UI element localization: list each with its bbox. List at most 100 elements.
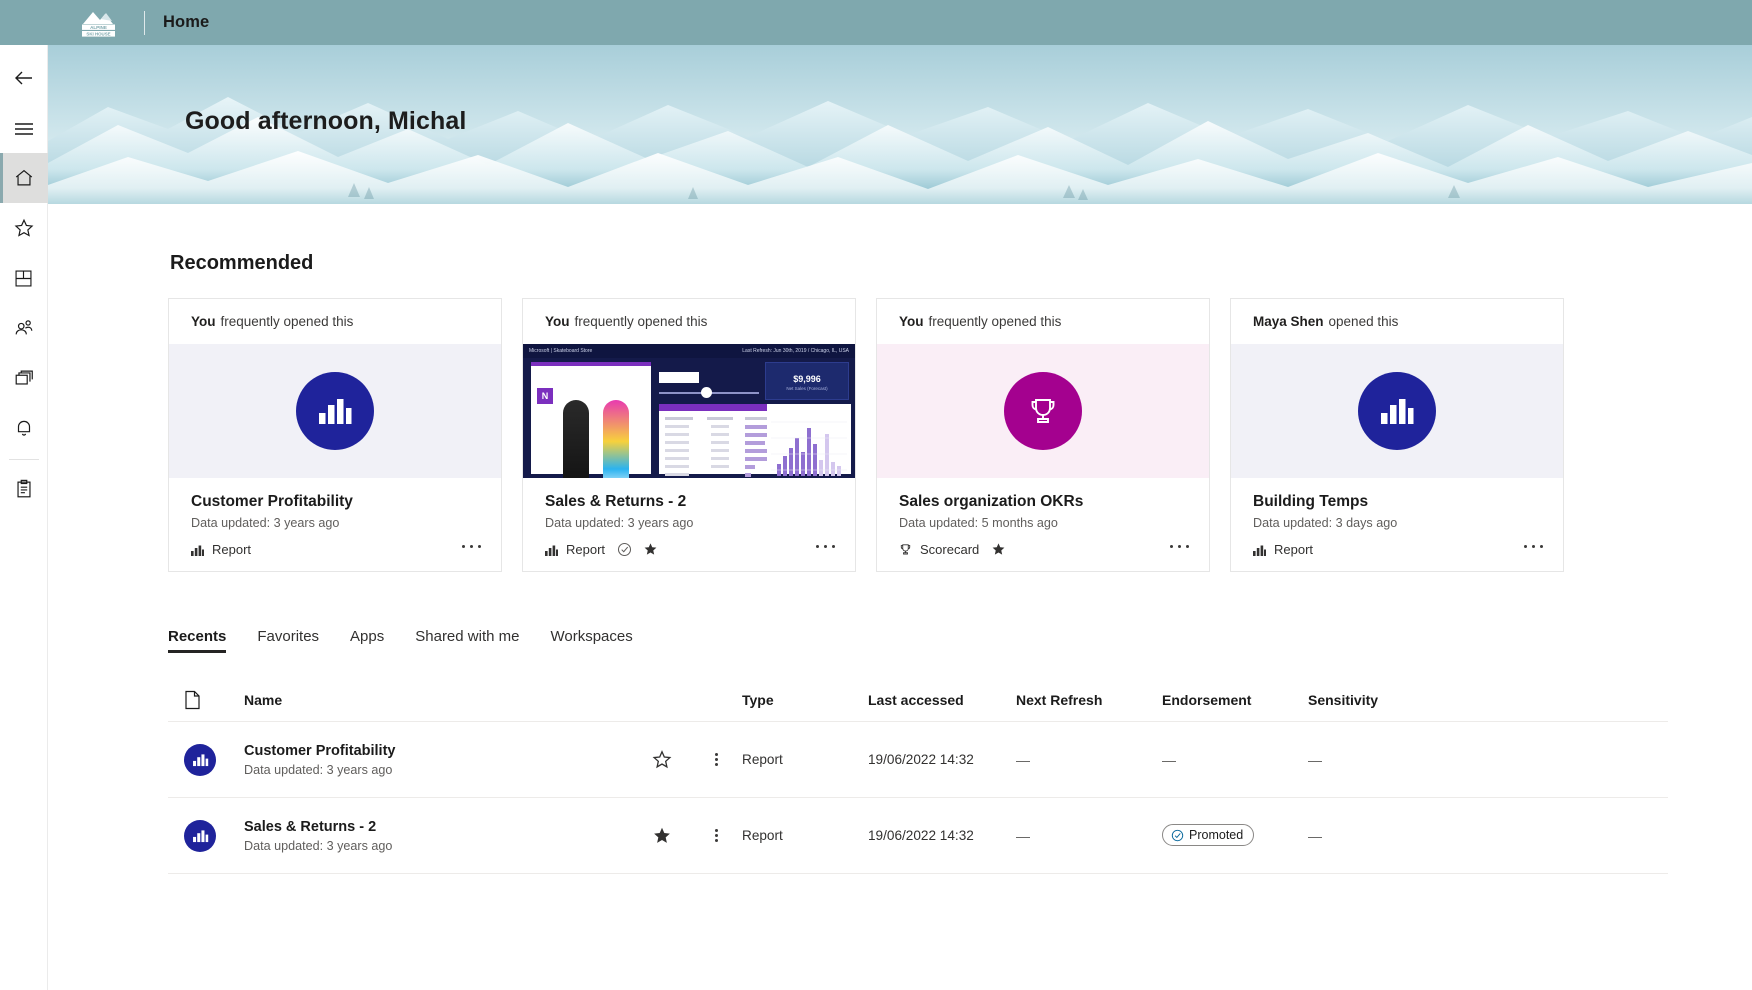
hero-banner: Good afternoon, Michal <box>48 45 1752 204</box>
row-favorite-cell[interactable] <box>634 749 690 770</box>
sidebar-item-home[interactable] <box>0 153 48 203</box>
preview-brand-bar: Microsoft | Skateboard Store Last Refres… <box>523 344 855 358</box>
row-more-options-button[interactable] <box>690 827 742 844</box>
endorsement-check-icon <box>1171 829 1184 841</box>
bar-chart-icon <box>192 829 208 842</box>
card-more-options-button[interactable] <box>459 533 483 559</box>
card-subtitle: Data updated: 3 years ago <box>191 516 340 530</box>
card-attribution-actor: You <box>191 314 216 329</box>
card-title: Sales organization OKRs <box>899 493 1084 510</box>
alpine-ski-house-logo[interactable]: ALPINE SKI HOUSE <box>78 6 130 40</box>
preview-product-panel: N <box>531 362 651 478</box>
card-body: Sales & Returns - 2 Data updated: 3 year… <box>523 478 855 571</box>
card-attribution: You frequently opened this <box>877 299 1209 344</box>
card-type-label: Report <box>1274 542 1314 557</box>
row-last-accessed: 19/06/2022 14:32 <box>868 752 974 767</box>
preview-skateboard-colorful <box>603 400 629 478</box>
table-row[interactable]: Customer Profitability Data updated: 3 y… <box>168 722 1668 798</box>
card-type-label: Report <box>566 542 606 557</box>
row-sensitivity: — <box>1308 751 1322 768</box>
row-endorsement: Promoted <box>1162 824 1308 847</box>
table-row[interactable]: Sales & Returns - 2 Data updated: 3 year… <box>168 798 1668 874</box>
report-avatar <box>1358 372 1436 450</box>
preview-slider-knob <box>701 387 712 398</box>
row-endorsement: — <box>1162 751 1176 768</box>
sidebar-item-workspaces[interactable] <box>0 353 48 403</box>
bar-chart-icon <box>545 545 558 556</box>
tab-favorites[interactable]: Favorites <box>257 628 319 653</box>
endorsement-check-icon <box>618 542 632 557</box>
recommended-card[interactable]: You frequently opened this Sales organiz… <box>876 298 1210 572</box>
card-attribution-actor: Maya Shen <box>1253 314 1324 329</box>
card-attribution-actor: You <box>545 314 570 329</box>
topbar-divider <box>144 10 145 35</box>
card-type-label: Scorecard <box>920 542 980 557</box>
report-avatar <box>184 819 216 852</box>
preview-kpi-card: $9,996 Net Sales (Forecast) <box>765 362 849 400</box>
tab-recents[interactable]: Recents <box>168 628 227 653</box>
card-subtitle: Data updated: 5 months ago <box>899 516 1058 530</box>
favorite-star-icon-outline[interactable] <box>652 749 672 770</box>
row-more-options-button[interactable] <box>690 751 742 768</box>
back-arrow-icon[interactable] <box>0 53 48 103</box>
card-footer: Scorecard <box>899 542 1006 557</box>
card-attribution-text: frequently opened this <box>574 314 708 329</box>
row-name: Sales & Returns - 2 <box>244 818 377 835</box>
card-title: Sales & Returns - 2 <box>545 493 687 510</box>
preview-kpi-label: Net Sales (Forecast) <box>786 386 828 391</box>
card-thumbnail <box>1231 344 1563 478</box>
row-favorite-cell[interactable] <box>634 826 690 846</box>
document-icon <box>185 690 200 709</box>
column-header-endorsement[interactable]: Endorsement <box>1162 692 1308 708</box>
page-title: Home <box>163 13 210 31</box>
sidebar-item-favorites[interactable] <box>0 203 48 253</box>
sidebar-item-apps[interactable] <box>0 253 48 303</box>
recommended-heading: Recommended <box>170 252 314 274</box>
card-attribution: Maya Shen opened this <box>1231 299 1563 344</box>
rail-divider <box>8 459 39 460</box>
card-more-options-button[interactable] <box>813 533 837 559</box>
row-type: Report <box>742 828 783 843</box>
row-name-cell[interactable]: Sales & Returns - 2 Data updated: 3 year… <box>244 819 634 853</box>
column-header-icon[interactable] <box>168 690 244 710</box>
recommended-card[interactable]: You frequently opened this Microsoft | S… <box>522 298 856 572</box>
tab-workspaces[interactable]: Workspaces <box>550 628 632 653</box>
scorecard-avatar <box>1004 372 1082 450</box>
card-subtitle: Data updated: 3 days ago <box>1253 516 1398 530</box>
preview-brand: Microsoft | Skateboard Store <box>529 348 593 354</box>
sidebar-item-shared-with-me[interactable] <box>0 303 48 353</box>
recommended-card[interactable]: Maya Shen opened this Building Temps Dat… <box>1230 298 1564 572</box>
preview-meta: Last Refresh: Jun 30th, 2019 / Chicago, … <box>742 348 849 354</box>
preview-whatif-input <box>659 372 699 383</box>
favorite-star-icon-filled[interactable] <box>643 542 658 557</box>
row-next-refresh: — <box>1016 827 1030 844</box>
trophy-icon <box>1031 399 1055 423</box>
greeting-text: Good afternoon, Michal <box>185 107 467 135</box>
sidebar-item-notifications[interactable] <box>0 403 48 453</box>
recommended-card[interactable]: You frequently opened this Customer Prof… <box>168 298 502 572</box>
card-attribution-actor: You <box>899 314 924 329</box>
sidebar-item-metrics[interactable] <box>0 464 48 514</box>
tab-apps[interactable]: Apps <box>350 628 384 653</box>
tab-shared-with-me[interactable]: Shared with me <box>415 628 519 653</box>
card-more-options-button[interactable] <box>1521 533 1545 559</box>
column-header-last-accessed[interactable]: Last accessed <box>868 692 1016 708</box>
card-attribution: You frequently opened this <box>169 299 501 344</box>
status-badge-label: Promoted <box>1189 828 1244 843</box>
preview-kpi-value: $9,996 <box>793 374 821 384</box>
favorite-star-icon-filled[interactable] <box>991 542 1006 557</box>
card-more-options-button[interactable] <box>1167 533 1191 559</box>
column-header-next-refresh[interactable]: Next Refresh <box>1016 692 1162 708</box>
card-attribution-text: opened this <box>1328 314 1399 329</box>
favorite-star-icon-filled[interactable] <box>652 826 672 846</box>
column-header-type[interactable]: Type <box>742 692 868 708</box>
card-footer: Report <box>545 542 658 557</box>
row-name-cell[interactable]: Customer Profitability Data updated: 3 y… <box>244 743 634 777</box>
bar-chart-icon <box>319 399 352 424</box>
column-header-name[interactable]: Name <box>244 692 634 708</box>
hamburger-menu-icon[interactable] <box>0 103 48 153</box>
row-last-accessed: 19/06/2022 14:32 <box>868 828 974 843</box>
card-attribution-text: frequently opened this <box>220 314 354 329</box>
column-header-sensitivity[interactable]: Sensitivity <box>1308 692 1468 708</box>
trophy-icon <box>900 544 911 555</box>
